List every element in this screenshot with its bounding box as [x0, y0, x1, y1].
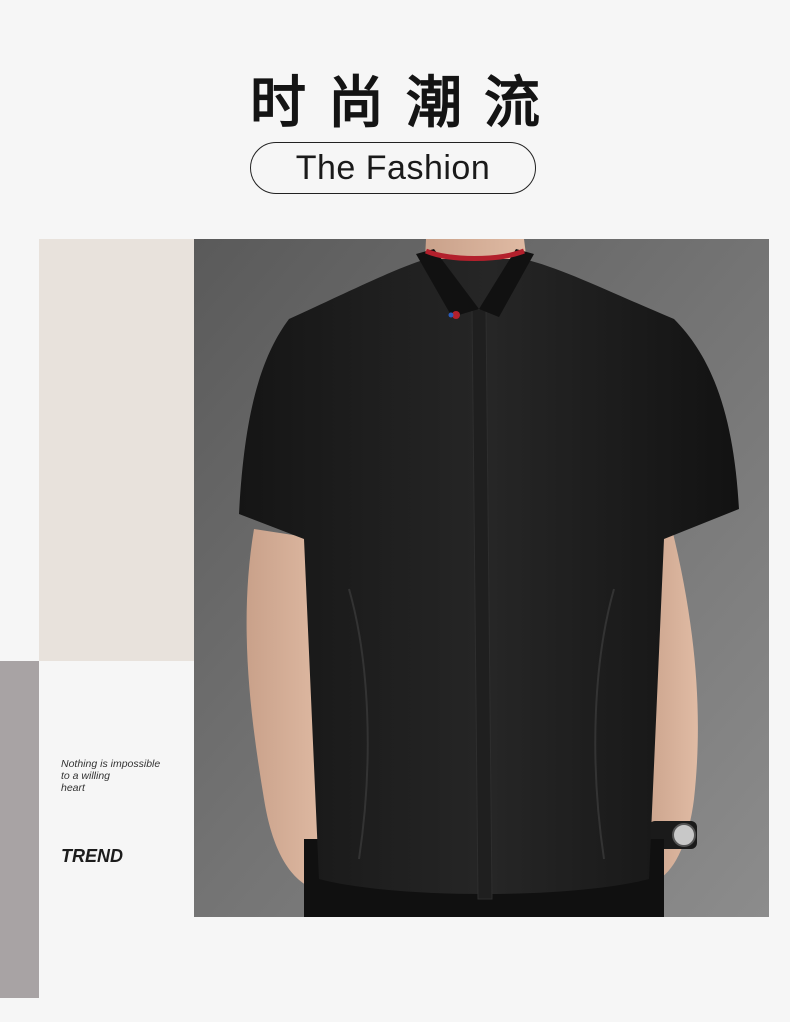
page-title-cn: 时尚潮流 [250, 71, 562, 136]
tagline-line-3: heart [61, 782, 85, 794]
trend-label: TREND [61, 846, 123, 866]
product-page: 时尚潮流 The Fashion Nothing is impossible t… [0, 0, 790, 1022]
tagline-line-1: Nothing is impossible [61, 758, 161, 770]
tagline: Nothing is impossible to a willing heart [61, 758, 181, 794]
tagline-line-2: to a willing [61, 770, 111, 782]
page-subtitle-en: The Fashion [295, 148, 491, 187]
decorative-gray-block [0, 661, 39, 998]
decorative-beige-block [39, 239, 194, 661]
page-subtitle-pill: The Fashion [250, 142, 536, 194]
product-photo [194, 239, 769, 917]
shirt-model-illustration [194, 239, 769, 917]
